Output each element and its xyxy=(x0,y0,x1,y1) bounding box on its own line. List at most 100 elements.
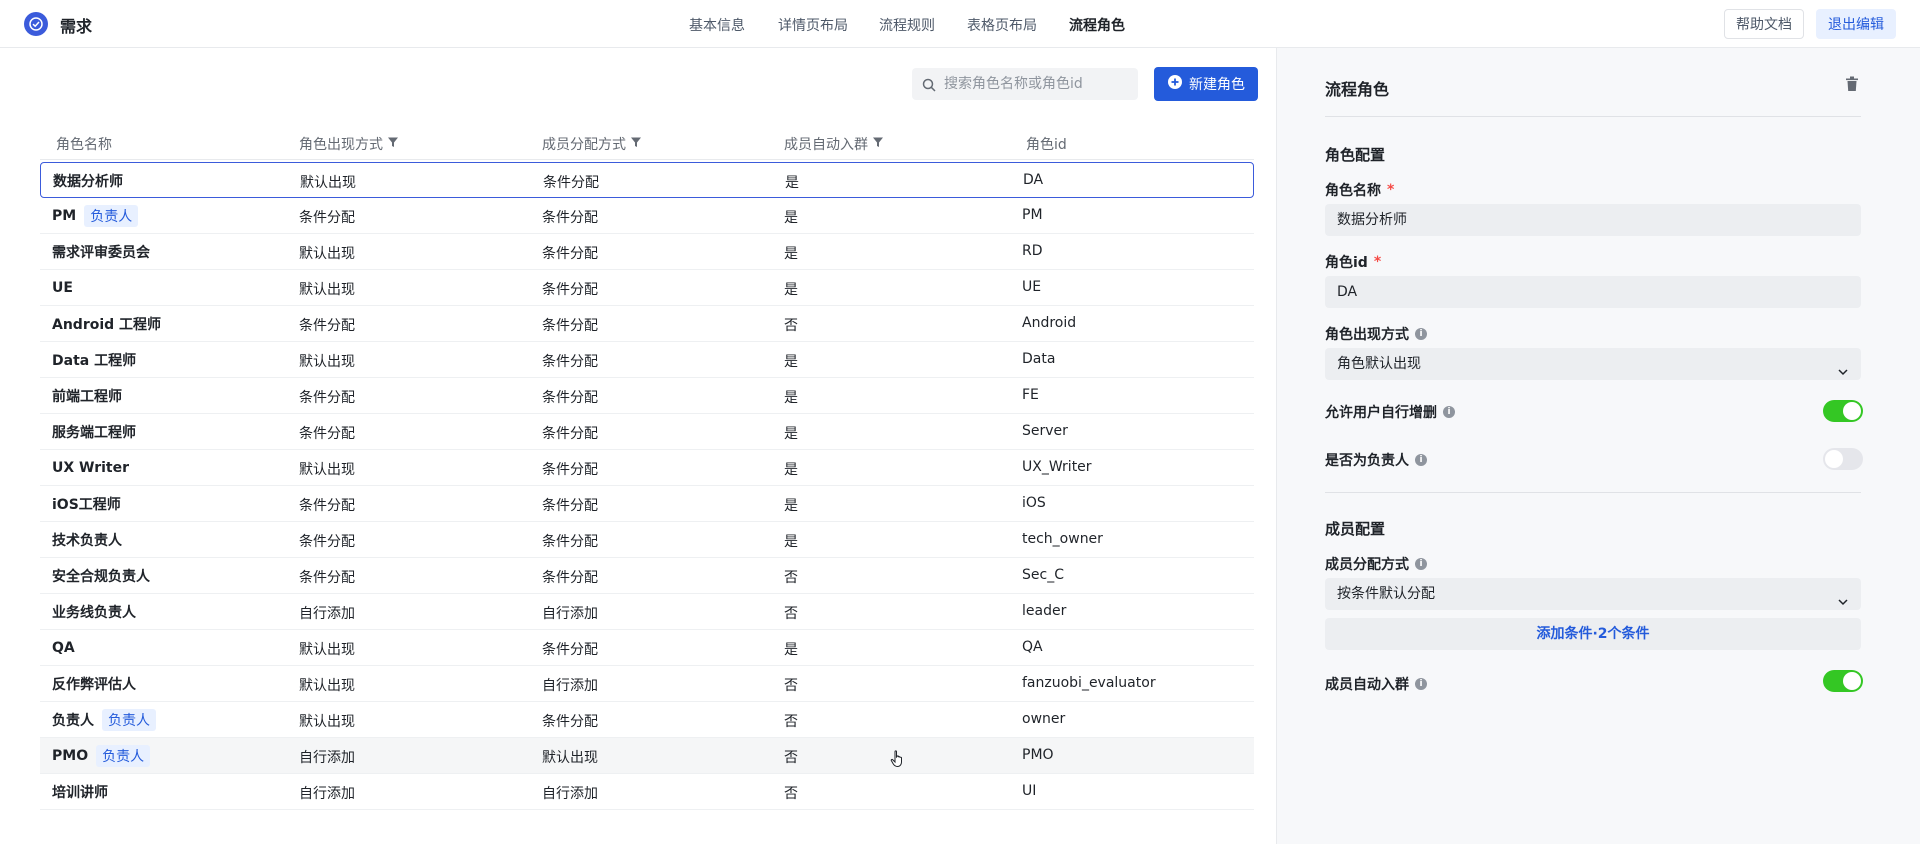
role-name-text: 反作弊评估人 xyxy=(52,677,136,693)
owner-tag: 负责人 xyxy=(84,205,139,227)
role-id-cell: Android xyxy=(1022,315,1077,331)
auto-join-cell: 否 xyxy=(784,714,798,730)
info-icon[interactable]: i xyxy=(1415,328,1427,340)
assign-mode-cell: 条件分配 xyxy=(542,246,598,262)
is-owner-toggle[interactable] xyxy=(1823,448,1863,470)
assign-mode-select[interactable]: 按条件默认分配 xyxy=(1325,578,1861,610)
filter-icon[interactable] xyxy=(387,136,399,152)
table-row[interactable]: iOS工程师 条件分配 条件分配 是 iOS xyxy=(40,486,1254,522)
role-id-cell: Sec_C xyxy=(1022,567,1064,583)
tab-flow-roles[interactable]: 流程角色 xyxy=(1069,15,1125,35)
role-id-field[interactable]: DA xyxy=(1325,276,1861,308)
table-row[interactable]: UX Writer 默认出现 条件分配 是 UX_Writer xyxy=(40,450,1254,486)
table-row[interactable]: 业务线负责人 自行添加 自行添加 否 leader xyxy=(40,594,1254,630)
auto-join-cell: 是 xyxy=(784,282,798,298)
role-name-text: 安全合规负责人 xyxy=(52,569,150,585)
role-id-label: 角色id * xyxy=(1325,254,1382,271)
role-id-cell: RD xyxy=(1022,243,1043,259)
role-id-cell: DA xyxy=(1023,172,1044,188)
allow-edit-label: 允许用户自行增删 i xyxy=(1325,402,1455,422)
tab-table-layout[interactable]: 表格页布局 xyxy=(967,15,1037,35)
tab-basic-info[interactable]: 基本信息 xyxy=(689,15,745,35)
table-row[interactable]: 技术负责人 条件分配 条件分配 是 tech_owner xyxy=(40,522,1254,558)
role-name-cell: Android 工程师 xyxy=(52,312,161,336)
required-mark: * xyxy=(1387,182,1395,198)
role-name-text: PMO xyxy=(52,748,89,764)
appear-mode-cell: 默认出现 xyxy=(299,678,355,694)
role-name-field[interactable]: 数据分析师 xyxy=(1325,204,1861,236)
table-row[interactable]: 培训讲师 自行添加 自行添加 否 UI xyxy=(40,774,1254,810)
appear-mode-cell: 条件分配 xyxy=(299,426,355,442)
info-icon[interactable]: i xyxy=(1415,678,1427,690)
assign-mode-cell: 自行添加 xyxy=(542,606,598,622)
role-name-cell: UE xyxy=(52,276,73,300)
appear-mode-cell: 自行添加 xyxy=(299,606,355,622)
table-row[interactable]: Data 工程师 默认出现 条件分配 是 Data xyxy=(40,342,1254,378)
exit-edit-button[interactable]: 退出编辑 xyxy=(1816,9,1896,39)
appear-mode-cell: 条件分配 xyxy=(299,498,355,514)
table-row[interactable]: QA 默认出现 条件分配 是 QA xyxy=(40,630,1254,666)
table-row[interactable]: 需求评审委员会 默认出现 条件分配 是 RD xyxy=(40,234,1254,270)
auto-join-cell: 否 xyxy=(784,570,798,586)
tab-flow-rules[interactable]: 流程规则 xyxy=(879,15,935,35)
table-row[interactable]: 反作弊评估人 默认出现 自行添加 否 fanzuobi_evaluator xyxy=(40,666,1254,702)
auto-join-cell: 是 xyxy=(784,534,798,550)
filter-icon[interactable] xyxy=(630,136,642,152)
info-icon[interactable]: i xyxy=(1415,558,1427,570)
table-row[interactable]: 前端工程师 条件分配 条件分配 是 FE xyxy=(40,378,1254,414)
panel-title: 流程角色 xyxy=(1325,80,1390,99)
auto-join-cell: 是 xyxy=(784,246,798,262)
auto-join-cell: 是 xyxy=(784,642,798,658)
table-row[interactable]: UE 默认出现 条件分配 是 UE xyxy=(40,270,1254,306)
auto-join-cell: 是 xyxy=(784,390,798,406)
table-row[interactable]: Android 工程师 条件分配 条件分配 否 Android xyxy=(40,306,1254,342)
auto-join-cell: 否 xyxy=(784,606,798,622)
search-box[interactable] xyxy=(912,68,1138,100)
assign-mode-cell: 条件分配 xyxy=(542,714,598,730)
assign-mode-cell: 条件分配 xyxy=(543,175,599,191)
add-condition-button[interactable]: 添加条件·2个条件 xyxy=(1325,618,1861,650)
info-icon[interactable]: i xyxy=(1443,406,1455,418)
role-id-cell: UE xyxy=(1022,279,1042,295)
auto-join-cell: 否 xyxy=(784,318,798,334)
appear-mode-cell: 默认出现 xyxy=(300,175,356,191)
appear-mode-cell: 自行添加 xyxy=(299,750,355,766)
appear-mode-cell: 自行添加 xyxy=(299,786,355,802)
auto-join-toggle[interactable] xyxy=(1823,670,1863,692)
table-row[interactable]: 服务端工程师 条件分配 条件分配 是 Server xyxy=(40,414,1254,450)
role-name-cell: 技术负责人 xyxy=(52,528,122,552)
divider xyxy=(1325,492,1861,493)
filter-icon[interactable] xyxy=(872,136,884,152)
role-id-cell: UI xyxy=(1022,783,1037,799)
role-name-text: 技术负责人 xyxy=(52,533,122,549)
role-name-text: UE xyxy=(52,280,73,296)
new-role-button[interactable]: 新建角色 xyxy=(1154,67,1258,101)
assign-mode-cell: 条件分配 xyxy=(542,642,598,658)
appear-mode-select[interactable]: 角色默认出现 xyxy=(1325,348,1861,380)
assign-mode-cell: 默认出现 xyxy=(542,750,598,766)
role-id-cell: FE xyxy=(1022,387,1039,403)
trash-icon[interactable] xyxy=(1845,76,1859,96)
allow-edit-toggle[interactable] xyxy=(1823,400,1863,422)
role-id-cell: PM xyxy=(1022,207,1043,223)
hand-pointer-icon xyxy=(890,750,906,772)
top-nav: 基本信息 详情页布局 流程规则 表格页布局 流程角色 xyxy=(0,0,1920,48)
help-docs-button[interactable]: 帮助文档 xyxy=(1724,9,1804,39)
assign-mode-cell: 条件分配 xyxy=(542,354,598,370)
column-header-appear: 角色出现方式 xyxy=(299,134,399,154)
table-row[interactable]: 数据分析师 默认出现 条件分配 是 DA xyxy=(40,162,1254,198)
table-body: 数据分析师 默认出现 条件分配是 DA PM 负责人 条件分配 条件分配是 PM 需求评审委员会默… xyxy=(40,162,1254,810)
role-name-text: Data 工程师 xyxy=(52,353,137,369)
table-row[interactable]: PMO 负责人 自行添加 默认出现 否 PMO xyxy=(40,738,1254,774)
table-row[interactable]: 安全合规负责人 条件分配 条件分配 否 Sec_C xyxy=(40,558,1254,594)
role-name-cell: 前端工程师 xyxy=(52,384,122,408)
assign-mode-cell: 自行添加 xyxy=(542,786,598,802)
owner-tag: 负责人 xyxy=(96,745,151,767)
role-name-cell: 业务线负责人 xyxy=(52,600,136,624)
info-icon[interactable]: i xyxy=(1415,454,1427,466)
auto-join-cell: 是 xyxy=(784,498,798,514)
search-input[interactable] xyxy=(944,68,1134,100)
table-row[interactable]: PM 负责人 条件分配 条件分配 是 PM xyxy=(40,198,1254,234)
table-row[interactable]: 负责人 负责人 默认出现 条件分配 否 owner xyxy=(40,702,1254,738)
tab-detail-layout[interactable]: 详情页布局 xyxy=(778,15,848,35)
